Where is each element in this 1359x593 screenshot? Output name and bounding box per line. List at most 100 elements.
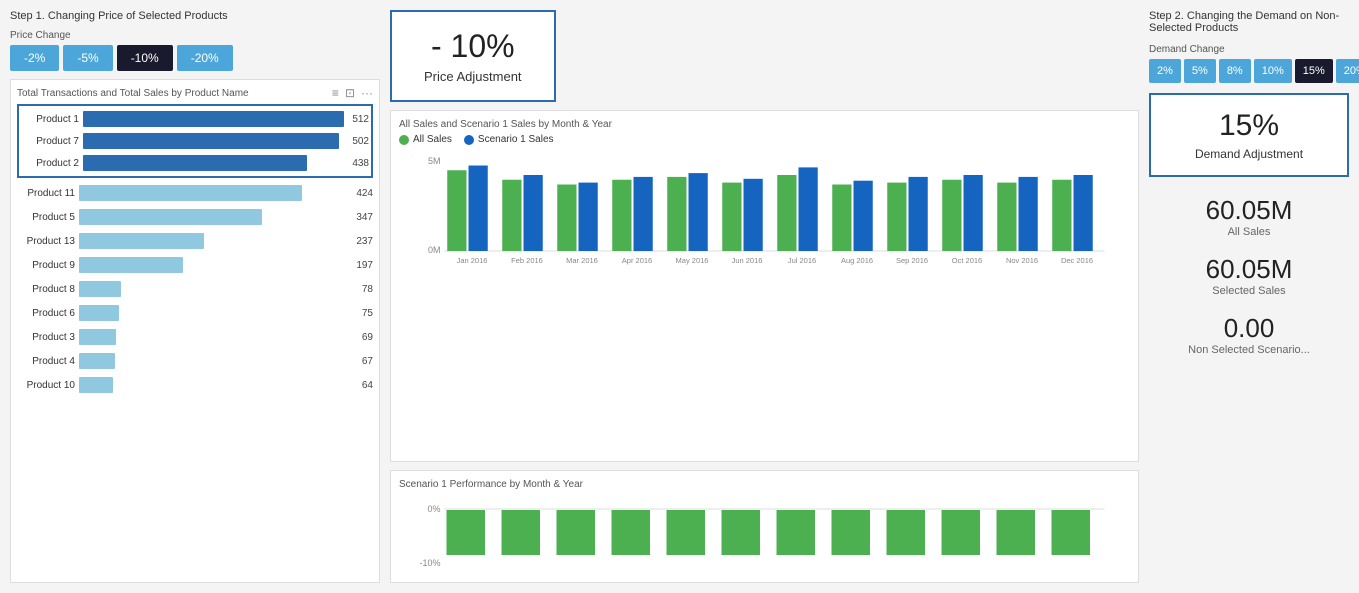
- svg-text:Sep 2016: Sep 2016: [896, 256, 928, 265]
- demand-btn-2[interactable]: 2%: [1149, 59, 1181, 83]
- demand-btn-15[interactable]: 15%: [1295, 59, 1333, 83]
- bar-fill: [79, 257, 183, 273]
- top-chart-area: 5M0MJan 2016Feb 2016Mar 2016Apr 2016May …: [399, 151, 1130, 281]
- bar-row[interactable]: Product 13 237: [17, 230, 373, 252]
- price-adjustment-box: - 10% Price Adjustment: [390, 10, 556, 102]
- svg-text:Jun 2016: Jun 2016: [732, 256, 763, 265]
- svg-text:0M: 0M: [428, 245, 441, 255]
- bar-container: [79, 257, 348, 273]
- demand-btn-20[interactable]: 20%: [1336, 59, 1359, 83]
- scenario-chart-area: 0%-10%: [399, 494, 1130, 574]
- bar-chart-title: Total Transactions and Total Sales by Pr…: [17, 88, 249, 99]
- svg-text:Jan 2016: Jan 2016: [457, 256, 488, 265]
- step1-title: Step 1. Changing Price of Selected Produ…: [10, 10, 380, 22]
- bar-fill: [79, 305, 119, 321]
- bar-chart-panel: Total Transactions and Total Sales by Pr…: [10, 79, 380, 583]
- bar-row[interactable]: Product 9 197: [17, 254, 373, 276]
- bar-fill: [79, 233, 204, 249]
- bar-container: [79, 377, 354, 393]
- center-panel: - 10% Price Adjustment All Sales and Sce…: [390, 10, 1139, 583]
- bar-row[interactable]: Product 7502: [21, 130, 369, 152]
- selected-bars-group: Product 1512Product 7502Product 2438: [17, 104, 373, 178]
- bar-row[interactable]: Product 1512: [21, 108, 369, 130]
- svg-text:Apr 2016: Apr 2016: [622, 256, 652, 265]
- bar-container: [79, 185, 348, 201]
- expand-icon[interactable]: ⊡: [345, 86, 355, 100]
- bar-label: Product 4: [17, 356, 75, 367]
- bar-value: 237: [356, 236, 373, 247]
- bar-container: [79, 209, 348, 225]
- top-chart-svg: 5M0MJan 2016Feb 2016Mar 2016Apr 2016May …: [399, 151, 1130, 281]
- bar-row[interactable]: Product 675: [17, 302, 373, 324]
- price-btn--5[interactable]: -5%: [63, 45, 112, 71]
- price-btn--2[interactable]: -2%: [10, 45, 59, 71]
- svg-text:Jul 2016: Jul 2016: [788, 256, 816, 265]
- bar-fill: [79, 353, 115, 369]
- bar-label: Product 1: [21, 114, 79, 125]
- bar-label: Product 5: [17, 212, 75, 223]
- scenario-chart-svg: 0%-10%: [399, 494, 1130, 574]
- bar-label: Product 13: [17, 236, 75, 247]
- bar-label: Product 10: [17, 380, 75, 391]
- svg-text:Feb 2016: Feb 2016: [511, 256, 543, 265]
- demand-btn-5[interactable]: 5%: [1184, 59, 1216, 83]
- svg-text:Nov 2016: Nov 2016: [1006, 256, 1038, 265]
- bar-fill: [83, 111, 344, 127]
- bar-fill: [79, 377, 113, 393]
- price-btn--20[interactable]: -20%: [177, 45, 233, 71]
- bar-value: 67: [362, 356, 373, 367]
- bar-label: Product 6: [17, 308, 75, 319]
- stat-item: 60.05MSelected Sales: [1149, 254, 1349, 297]
- chart-panel-header: Total Transactions and Total Sales by Pr…: [17, 86, 373, 100]
- bar-fill: [79, 209, 262, 225]
- hamburger-icon[interactable]: ≡: [332, 86, 339, 100]
- more-icon[interactable]: ···: [361, 86, 373, 100]
- bar-value: 69: [362, 332, 373, 343]
- bar-value: 502: [352, 136, 369, 147]
- legend-label: All Sales: [413, 134, 452, 145]
- bar-value: 347: [356, 212, 373, 223]
- svg-text:5M: 5M: [428, 156, 441, 166]
- price-btn--10[interactable]: -10%: [117, 45, 173, 71]
- bar-container: [79, 281, 354, 297]
- price-adj-label: Price Adjustment: [424, 69, 522, 84]
- bar-label: Product 3: [17, 332, 75, 343]
- bar-row[interactable]: Product 5 347: [17, 206, 373, 228]
- demand-adjustment-box: 15% Demand Adjustment: [1149, 93, 1349, 177]
- legend-label: Scenario 1 Sales: [478, 134, 554, 145]
- demand-btn-10[interactable]: 10%: [1254, 59, 1292, 83]
- legend-item: Scenario 1 Sales: [464, 134, 554, 145]
- bar-fill: [83, 155, 307, 171]
- bar-label: Product 9: [17, 260, 75, 271]
- bar-row[interactable]: Product 4 67: [17, 350, 373, 372]
- bar-value: 197: [356, 260, 373, 271]
- bar-fill: [79, 329, 116, 345]
- demand-change-label: Demand Change: [1149, 44, 1349, 55]
- bar-container: [79, 233, 348, 249]
- left-panel: Step 1. Changing Price of Selected Produ…: [10, 10, 380, 583]
- bar-value: 64: [362, 380, 373, 391]
- bar-label: Product 11: [17, 188, 75, 199]
- stat-item: 60.05MAll Sales: [1149, 195, 1349, 238]
- scenario-title: Scenario 1 Performance by Month & Year: [399, 479, 1130, 490]
- main-container: Step 1. Changing Price of Selected Produ…: [0, 0, 1359, 593]
- chart-legend: All Sales Scenario 1 Sales: [399, 134, 1130, 145]
- stat-value: 0.00: [1149, 313, 1349, 344]
- bar-row[interactable]: Product 10 64: [17, 374, 373, 396]
- bar-row[interactable]: Product 3 69: [17, 326, 373, 348]
- bar-value: 424: [356, 188, 373, 199]
- bar-fill: [79, 185, 302, 201]
- demand-btn-8[interactable]: 8%: [1219, 59, 1251, 83]
- price-change-section: Price Change -2%-5%-10%-20%: [10, 30, 380, 71]
- bar-row[interactable]: Product 11 424: [17, 182, 373, 204]
- svg-text:Mar 2016: Mar 2016: [566, 256, 598, 265]
- bar-row[interactable]: Product 878: [17, 278, 373, 300]
- demand-section: Demand Change 2%5%8%10%15%20%: [1149, 44, 1349, 83]
- scenario-chart: Scenario 1 Performance by Month & Year 0…: [390, 470, 1139, 583]
- demand-button-row: 2%5%8%10%15%20%: [1149, 59, 1349, 83]
- stats-section: 60.05MAll Sales60.05MSelected Sales0.00N…: [1149, 195, 1349, 356]
- bar-container: [79, 329, 354, 345]
- stat-label: All Sales: [1149, 226, 1349, 238]
- bar-row[interactable]: Product 2438: [21, 152, 369, 174]
- demand-adj-label: Demand Adjustment: [1171, 147, 1327, 161]
